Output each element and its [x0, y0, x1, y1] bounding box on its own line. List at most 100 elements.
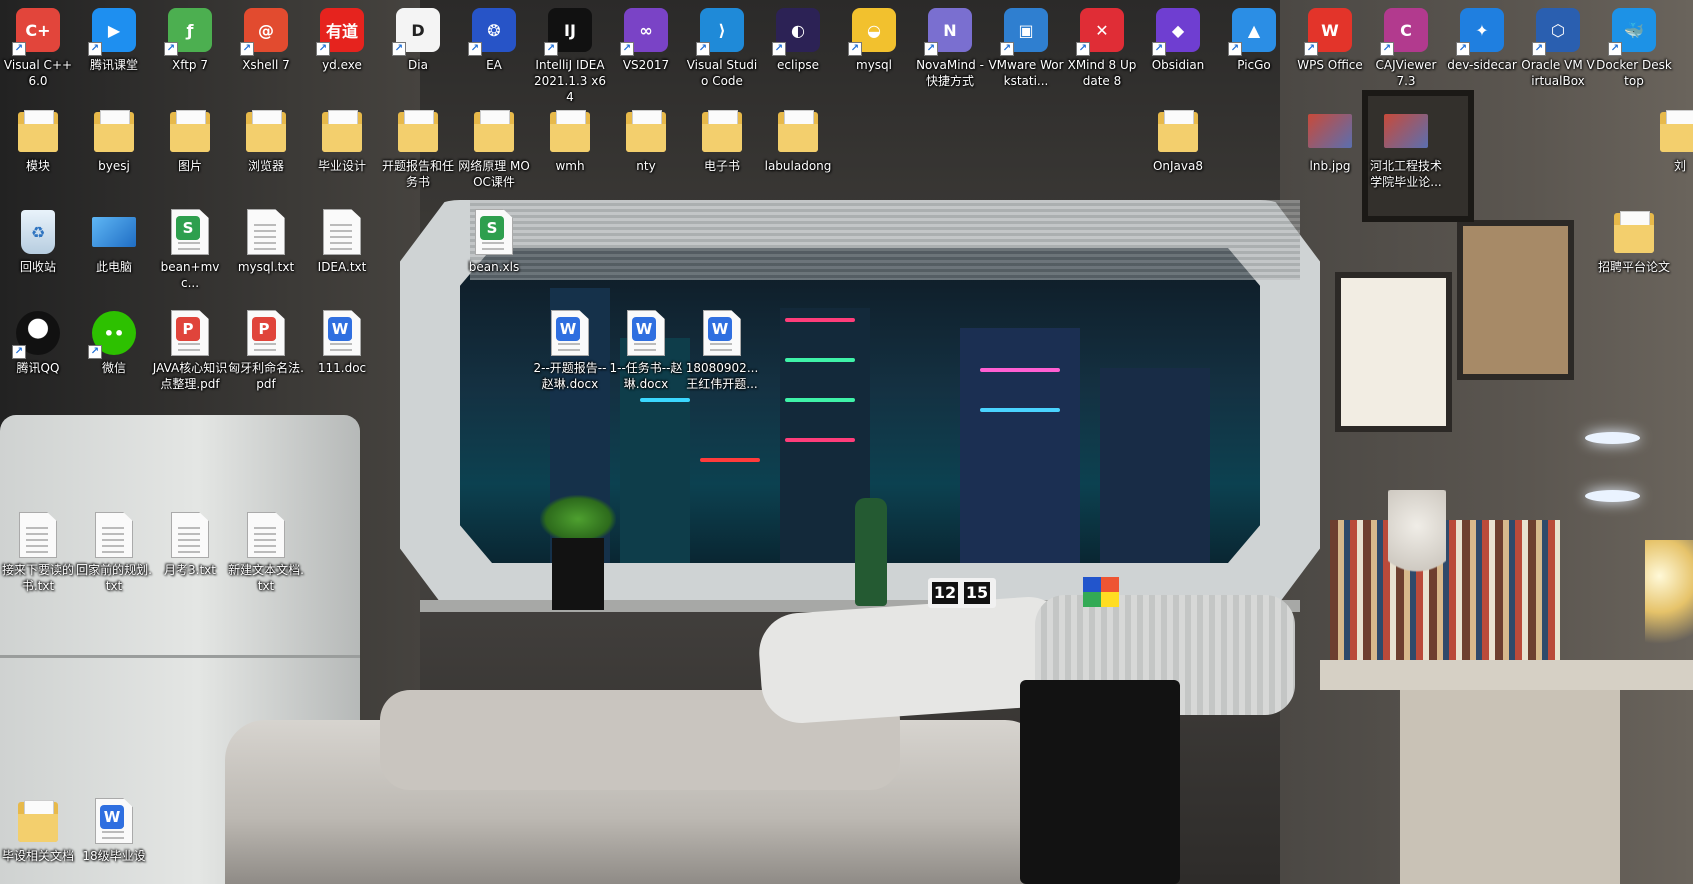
desktop-icon-ea[interactable]: ❂ ↗ EA	[456, 2, 532, 73]
desktop-icon-wps[interactable]: W ↗ WPS Office	[1292, 2, 1368, 73]
desktop-icon-folder-wmh[interactable]: wmh	[532, 103, 608, 174]
desktop-icon-folder-tupian[interactable]: 图片	[152, 103, 228, 174]
desktop-icon-file-java-pdf[interactable]: P JAVA核心知识点整理.pdf	[152, 305, 228, 392]
icon-graphic	[1610, 208, 1658, 256]
icon-graphic	[698, 107, 746, 155]
desktop-icon-folder-zhaopin[interactable]: 招聘平台论文	[1596, 204, 1672, 275]
desktop-icon-file-hebei[interactable]: 河北工程技术学院毕业论...	[1368, 103, 1444, 190]
shortcut-arrow-icon: ↗	[1228, 42, 1242, 56]
desktop-icon-xftp[interactable]: ƒ ↗ Xftp 7	[152, 2, 228, 73]
desktop-icon-folder-nty[interactable]: nty	[608, 103, 684, 174]
desktop-icon-label: 此电脑	[95, 260, 132, 274]
desktop-icon-vscode[interactable]: ⟩ ↗ Visual Studio Code	[684, 2, 760, 89]
desktop-icon-folder-onjava8[interactable]: OnJava8	[1140, 103, 1216, 174]
desktop-icon-file-renwu-docx[interactable]: W 1--任务书--赵琳.docx	[608, 305, 684, 392]
desktop-icon-file-bean-xls[interactable]: Sbean.xls	[456, 204, 532, 275]
desktop-icon-wechat[interactable]: •• ↗ 微信	[76, 305, 152, 376]
desktop-icon-vs2017[interactable]: ∞ ↗ VS2017	[608, 2, 684, 73]
shortcut-arrow-icon: ↗	[924, 42, 938, 56]
desktop-icon-folder-byesj[interactable]: byesj	[76, 103, 152, 174]
desktop-icon-qq[interactable]: ↗ 腾讯QQ	[0, 305, 76, 376]
desktop-icon-youdao[interactable]: 有道 ↗ yd.exe	[304, 2, 380, 73]
desktop-icon-label: 1--任务书--赵琳.docx	[609, 361, 683, 391]
desktop-icon-folder-biyesheji[interactable]: 毕业设计	[304, 103, 380, 174]
desktop-icon-label: CAJViewer 7.3	[1375, 58, 1437, 88]
desktop-icon-xshell[interactable]: @ ↗ Xshell 7	[228, 2, 304, 73]
desktop-icon-tencent-classroom[interactable]: ▶ ↗ 腾讯课堂	[76, 2, 152, 73]
desktop-icon-file-111-doc[interactable]: W 111.doc	[304, 305, 380, 376]
desktop-icon-folder-bishe-docs[interactable]: 毕设相关文档	[0, 793, 76, 864]
desktop-icon-file-beanmvc[interactable]: Sbean+mvc...	[152, 204, 228, 291]
icon-graphic	[14, 797, 62, 845]
icon-graphic	[90, 208, 138, 256]
desktop-icon-label: 18080902...王红伟开题...	[685, 361, 759, 391]
txt-file-icon	[247, 512, 285, 558]
desktop-icon-label: Obsidian	[1151, 58, 1205, 72]
desktop-icon-folder-liulanqi[interactable]: 浏览器	[228, 103, 304, 174]
folder-front	[322, 124, 362, 152]
doc-line	[634, 349, 656, 351]
desktop-icon-file-idea-txt[interactable]: IDEA.txt	[304, 204, 380, 275]
doc-file-icon: W	[551, 310, 589, 356]
doc-badge: W	[708, 317, 732, 341]
desktop-icon-file-18-bishe[interactable]: W 18级毕业设	[76, 793, 152, 864]
desktop-icon-file-mysql-txt[interactable]: mysql.txt	[228, 204, 304, 275]
desktop-icon-file-lnb[interactable]: lnb.jpg	[1292, 103, 1368, 174]
shortcut-arrow-icon: ↗	[696, 42, 710, 56]
folder-front	[550, 124, 590, 152]
shortcut-arrow-icon: ↗	[1076, 42, 1090, 56]
doc-line	[178, 545, 200, 547]
desktop-icon-file-new-txt[interactable]: 新建文本文档.txt	[228, 507, 304, 594]
desktop-icon-file-plan[interactable]: 回家前的规划.txt	[76, 507, 152, 594]
desktop-icon-xmind[interactable]: ✕ ↗ XMind 8 Update 8	[1064, 2, 1140, 89]
desktop-icon-docker[interactable]: 🐳 ↗ Docker Desktop	[1596, 2, 1672, 89]
desktop[interactable]: 12 15 C+ ↗ Visual C++ 6.0 ▶ ↗ 腾讯课堂 ƒ ↗ Xftp 7 @ ↗ X…	[0, 0, 1693, 884]
shortcut-arrow-icon: ↗	[1456, 42, 1470, 56]
desktop-icon-folder-mokuai[interactable]: 模块	[0, 103, 76, 174]
desktop-icon-picgo[interactable]: ▲ ↗ PicGo	[1216, 2, 1292, 73]
doc-line	[178, 551, 200, 553]
shortcut-arrow-icon: ↗	[1532, 42, 1546, 56]
desktop-icon-eclipse[interactable]: ◐ ↗ eclipse	[760, 2, 836, 73]
desktop-icon-label: 111.doc	[317, 361, 367, 375]
wallpaper-desk-lamp	[1645, 540, 1693, 660]
desktop-icon-visual-cpp[interactable]: C+ ↗ Visual C++ 6.0	[0, 2, 76, 89]
folder-front	[18, 814, 58, 842]
desktop-icon-label: 月考3.txt	[164, 563, 216, 577]
desktop-icon-label: mysql	[856, 58, 892, 72]
desktop-icon-file-hungarian-pdf[interactable]: P 匈牙利命名法.pdf	[228, 305, 304, 392]
icon-graphic	[242, 107, 290, 155]
desktop-icon-dia[interactable]: D ↗ Dia	[380, 2, 456, 73]
desktop-icon-mysql[interactable]: ◒ ↗ mysql	[836, 2, 912, 73]
desktop-icon-label: Docker Desktop	[1596, 58, 1672, 88]
desktop-icon-dev-sidecar[interactable]: ✦ ↗ dev-sidecar	[1444, 2, 1520, 73]
shortcut-arrow-icon: ↗	[1304, 42, 1318, 56]
desktop-icon-file-liu[interactable]: 刘	[1642, 103, 1693, 174]
desktop-icon-label: 新建文本文档.txt	[228, 563, 304, 593]
doc-line	[330, 224, 352, 226]
desktop-icon-obsidian[interactable]: ◆ ↗ Obsidian	[1140, 2, 1216, 73]
shortcut-arrow-icon: ↗	[316, 42, 330, 56]
folder-icon	[1158, 110, 1198, 152]
desktop-icon-folder-labuladong[interactable]: labuladong	[760, 103, 836, 174]
desktop-icon-cajviewer[interactable]: C ↗ CAJViewer 7.3	[1368, 2, 1444, 89]
desktop-icon-file-wang-docx[interactable]: W 18080902...王红伟开题...	[684, 305, 760, 392]
doc-line	[178, 248, 200, 250]
desktop-icon-folder-mooc[interactable]: 网络原理 MOOC课件	[456, 103, 532, 190]
desktop-icon-novamind[interactable]: N ↗ NovaMind - 快捷方式	[912, 2, 988, 89]
desktop-icon-intellij[interactable]: IJ ↗ IntelliJ IDEA 2021.1.3 x64	[532, 2, 608, 105]
icon-graphic: ◆ ↗	[1152, 6, 1202, 56]
desktop-icon-recycle-bin[interactable]: ♻ 回收站	[0, 204, 76, 275]
desktop-icon-this-pc[interactable]: 此电脑	[76, 204, 152, 275]
desktop-icon-folder-dianzishu[interactable]: 电子书	[684, 103, 760, 174]
desktop-icon-label: 河北工程技术学院毕业论...	[1369, 159, 1442, 189]
folder-front	[398, 124, 438, 152]
desktop-icon-file-kaiti-docx[interactable]: W 2--开题报告--赵琳.docx	[532, 305, 608, 392]
desktop-icon-file-yuekao[interactable]: 月考3.txt	[152, 507, 228, 578]
xls-file-icon: S	[475, 209, 513, 255]
desktop-icon-virtualbox[interactable]: ⬡ ↗ Oracle VM VirtualBox	[1520, 2, 1596, 89]
desktop-icon-folder-kaiti[interactable]: 开题报告和任务书	[380, 103, 456, 190]
desktop-icon-file-next-books[interactable]: 接来下要读的书.txt	[0, 507, 76, 594]
desktop-icon-vmware[interactable]: ▣ ↗ VMware Workstati...	[988, 2, 1064, 89]
desktop-icon-label: lnb.jpg	[1309, 159, 1351, 173]
